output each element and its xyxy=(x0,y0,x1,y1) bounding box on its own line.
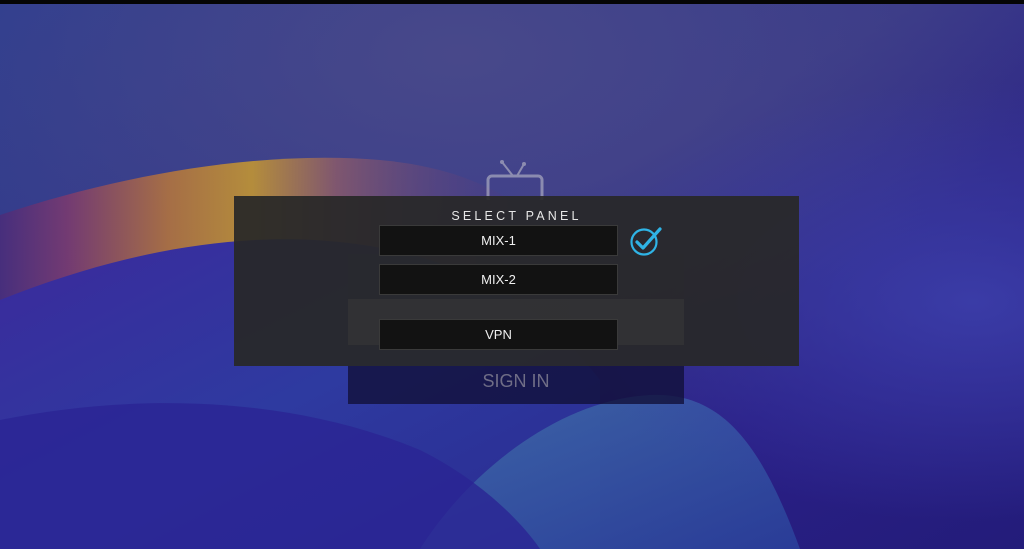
app-screen: SIGN IN SELECT PANEL MIX-1 MIX-2 VPN xyxy=(0,0,1024,549)
tv-antenna-icon xyxy=(486,160,544,200)
panel-option-label: MIX-2 xyxy=(481,272,516,287)
select-panel-dialog: SELECT PANEL MIX-1 MIX-2 VPN xyxy=(234,196,799,366)
check-circle-icon xyxy=(630,227,662,256)
sign-in-label: SIGN IN xyxy=(482,371,550,391)
panel-option-label: VPN xyxy=(485,327,512,342)
panel-option-mix-1[interactable]: MIX-1 xyxy=(379,225,618,256)
panel-option-label: MIX-1 xyxy=(481,233,516,248)
dialog-title: SELECT PANEL xyxy=(451,209,582,223)
sign-in-button[interactable]: SIGN IN xyxy=(348,366,684,404)
panel-option-vpn[interactable]: VPN xyxy=(379,319,618,350)
panel-option-mix-2[interactable]: MIX-2 xyxy=(379,264,618,295)
top-bar xyxy=(0,0,1024,4)
